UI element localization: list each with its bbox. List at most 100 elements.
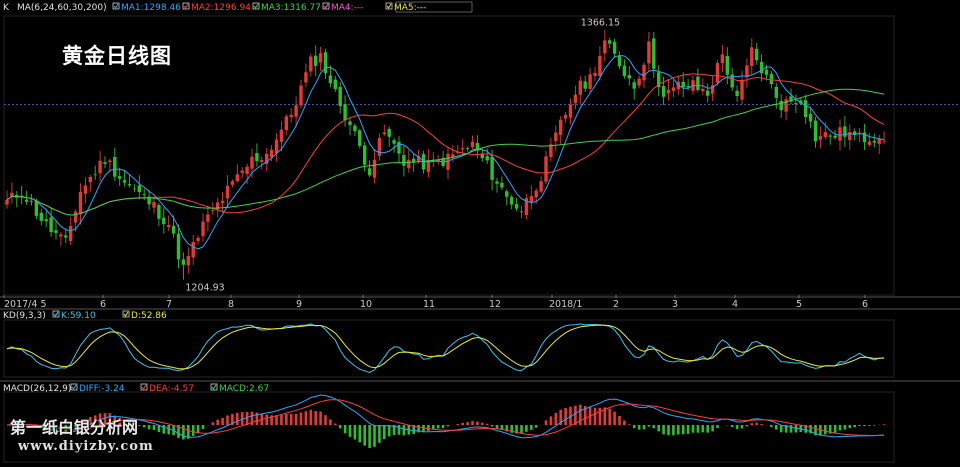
candle-body [588, 74, 592, 89]
candle-body [127, 184, 132, 186]
candle-body [348, 121, 352, 126]
candle-body [274, 139, 279, 154]
candle-body [593, 72, 597, 76]
candle-body [402, 155, 406, 166]
candle-body [78, 191, 83, 214]
candle-body [794, 103, 798, 104]
candle-body [230, 181, 235, 185]
x-tick-label: 3 [672, 299, 678, 310]
candle-body [64, 235, 68, 238]
candle-body [387, 128, 391, 137]
x-tick-label: 12 [489, 299, 501, 310]
candle-body [701, 88, 705, 92]
candle-body [490, 156, 494, 180]
candle-body [191, 242, 195, 258]
candle-body [706, 90, 710, 96]
candle-body [103, 162, 107, 164]
legend-label: MA2:1296.94 [191, 3, 251, 13]
candle-body [98, 160, 102, 174]
legend-label: MA3:1316.77 [261, 3, 321, 13]
candle-body [838, 127, 842, 141]
candle-body [69, 226, 73, 242]
candle-body [196, 237, 200, 241]
legend-label: K:59.10 [61, 311, 96, 321]
low-price-label: 1204.93 [185, 283, 224, 294]
candle-body [338, 86, 342, 107]
legend-label: MA1:1298.46 [121, 3, 181, 13]
watermark-site-name: 第一纸白银分析网 [10, 418, 139, 437]
candle-body [750, 47, 754, 66]
candle-body [720, 54, 725, 64]
candle-body [167, 224, 171, 228]
candle-body [34, 200, 39, 216]
price-indicator-label: MA(6,24,60,30,200) [17, 3, 107, 13]
legend-label: MA5:--- [394, 3, 426, 13]
candle-body [353, 125, 357, 132]
candle-body [299, 85, 303, 106]
candle-body [88, 176, 92, 183]
candle-body [181, 259, 186, 265]
candle-body [642, 64, 646, 81]
candle-body [269, 149, 274, 158]
candle-body [514, 204, 519, 209]
candle-body [554, 132, 558, 142]
candle-body [260, 160, 264, 162]
candle-body [833, 135, 837, 138]
candle-body [24, 199, 29, 202]
candle-body [671, 87, 676, 91]
candle-body [132, 188, 137, 190]
candle-body [162, 217, 166, 225]
candle-body [323, 52, 328, 74]
candle-body [407, 159, 411, 169]
kd-panel-label: KD(9,3,3) [3, 311, 46, 321]
candle-body [779, 100, 783, 111]
x-tick-label: 6 [862, 299, 868, 310]
candle-body [877, 138, 881, 144]
candle-body [39, 212, 43, 221]
candle-body [882, 140, 886, 142]
candle-body [608, 40, 612, 44]
candle-body [206, 214, 210, 222]
candle-body [686, 85, 690, 88]
candle-body [152, 201, 156, 208]
candle-body [363, 145, 367, 165]
candle-body [559, 119, 563, 135]
candle-body [583, 81, 587, 89]
watermark-url: www.diyizby.com [18, 439, 154, 454]
candle-body [29, 201, 34, 202]
high-price-label: 1366.15 [581, 18, 620, 29]
candle-body [142, 194, 146, 196]
candle-body [245, 166, 249, 174]
x-tick-label: 4 [732, 299, 738, 310]
chart-title: 黄金日线图 [62, 44, 172, 68]
candle-body [534, 190, 538, 198]
gold-daily-chart: 1366.15 1204.93 2017/4 5 6 7 8 9 10 11 12 2018/1 2… [0, 0, 960, 467]
candle-body [617, 56, 622, 67]
candle-body [240, 170, 244, 173]
candle-body [843, 126, 847, 137]
candle-body [73, 211, 78, 223]
candle-body [113, 156, 117, 177]
candle-body [495, 181, 499, 184]
candle-body [755, 48, 759, 61]
candle-body [328, 75, 333, 84]
candle-body [696, 76, 700, 90]
legend-label: DEA:-4.57 [149, 384, 194, 394]
candle-body [578, 80, 582, 95]
candle-body [176, 233, 181, 260]
candle-body [465, 148, 470, 149]
candle-body [201, 221, 205, 237]
candle-body [343, 104, 347, 121]
candle-body [818, 136, 823, 140]
candle-body [848, 132, 852, 141]
candle-body [745, 65, 749, 78]
candle-body [568, 104, 573, 118]
x-tick-label: 5 [796, 299, 802, 310]
candle-body [83, 185, 88, 194]
candle-body [294, 105, 298, 117]
candle-body [500, 182, 504, 188]
x-tick-label: 11 [423, 299, 435, 310]
candle-body [666, 89, 671, 94]
candle-body [211, 210, 215, 212]
candle-body [510, 196, 514, 205]
